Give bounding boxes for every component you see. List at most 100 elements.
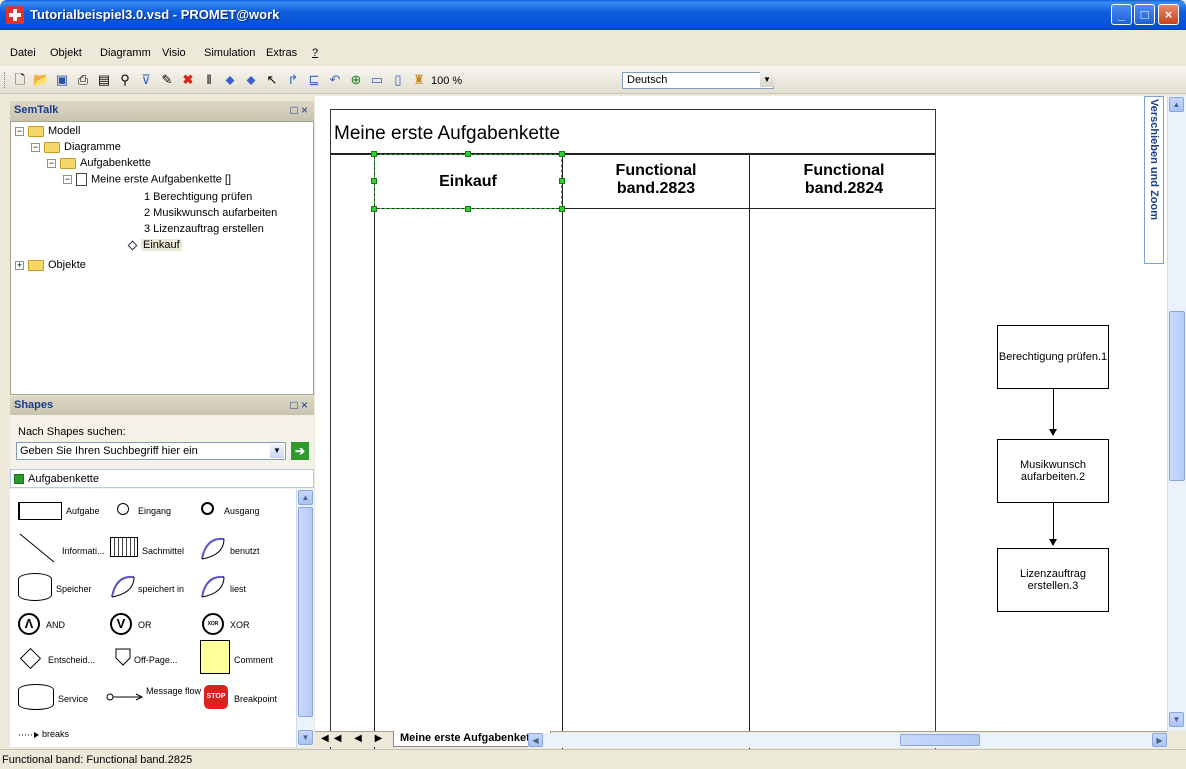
scroll-right-icon[interactable]: ▶: [1152, 733, 1167, 747]
offpage-shape[interactable]: [114, 647, 132, 667]
breakpoint-shape[interactable]: STOP: [204, 685, 228, 709]
toolbar-grip[interactable]: [4, 72, 7, 88]
open-icon[interactable]: 📂: [33, 72, 49, 88]
tree-node-chain[interactable]: − Aufgabenkette: [47, 157, 151, 169]
menu-datei[interactable]: Datei: [10, 47, 36, 59]
ausgang-shape[interactable]: [201, 502, 214, 515]
band-v-icon[interactable]: ▯: [390, 72, 406, 88]
aufgabe-shape[interactable]: [18, 502, 62, 520]
xor-shape[interactable]: XOR: [202, 613, 224, 635]
chevron-down-icon[interactable]: ▼: [270, 444, 284, 458]
attach-icon[interactable]: ‖: [201, 72, 217, 88]
selection-box: [374, 154, 562, 209]
speichert-in-shape[interactable]: [108, 571, 138, 601]
resize-handle[interactable]: [559, 206, 565, 212]
tree-node-task-3[interactable]: 3 Lizenzauftrag erstellen: [144, 223, 264, 235]
move-up-icon[interactable]: ⬥: [243, 72, 259, 88]
resize-handle[interactable]: [465, 206, 471, 212]
shape-label: Entscheid...: [48, 655, 96, 665]
menu-visio[interactable]: Visio: [162, 47, 186, 59]
or-shape[interactable]: V: [110, 613, 132, 635]
tree-node-diagram[interactable]: − Meine erste Aufgabenkette []: [63, 173, 231, 186]
scroll-left-icon[interactable]: ◀: [528, 733, 543, 747]
canvas-vscrollbar[interactable]: ▲ ▼: [1167, 96, 1186, 731]
print-icon[interactable]: ⎙: [75, 72, 91, 88]
move-down-icon[interactable]: ⬥: [222, 72, 238, 88]
menu-diagramm[interactable]: Diagramm: [100, 47, 151, 59]
entscheidung-shape[interactable]: [19, 647, 42, 670]
pointer-icon[interactable]: ↖: [264, 72, 280, 88]
scroll-thumb[interactable]: [900, 734, 980, 746]
close-button[interactable]: ×: [1158, 4, 1179, 25]
sachmittel-shape[interactable]: [110, 537, 138, 557]
diagram-title[interactable]: Meine erste Aufgabenkette: [334, 123, 560, 145]
lane-band-2824[interactable]: Functional band.2824: [781, 162, 907, 198]
minimize-button[interactable]: _: [1111, 4, 1132, 25]
information-shape[interactable]: [18, 532, 58, 564]
language-dropdown[interactable]: ▼: [754, 72, 774, 89]
scroll-down-icon[interactable]: ▼: [1169, 712, 1184, 727]
tree-node-diagrams[interactable]: − Diagramme: [31, 141, 121, 153]
resize-handle[interactable]: [371, 206, 377, 212]
new-icon[interactable]: 🗋: [12, 72, 28, 88]
breaks-shape[interactable]: [18, 731, 40, 739]
scroll-up-icon[interactable]: ▲: [298, 490, 313, 505]
service-shape[interactable]: [18, 684, 54, 710]
user-icon[interactable]: ♜: [411, 72, 427, 88]
process-box-2[interactable]: Musikwunsch aufarbeiten.2: [997, 439, 1109, 503]
stencil-header[interactable]: Aufgabenkette: [10, 469, 314, 488]
shape-search-input[interactable]: Geben Sie Ihren Suchbegriff hier ein ▼: [16, 442, 286, 460]
connector-icon[interactable]: ↱: [285, 72, 301, 88]
resize-handle[interactable]: [559, 178, 565, 184]
tree-node-task-1[interactable]: 1 Berechtigung prüfen: [144, 191, 252, 203]
menu-help[interactable]: ?: [312, 47, 318, 59]
benutzt-shape[interactable]: [198, 533, 228, 563]
language-select[interactable]: Deutsch: [622, 72, 774, 89]
speicher-shape[interactable]: [18, 573, 52, 601]
pan-zoom-tab[interactable]: Verschieben und Zoom: [1144, 96, 1164, 264]
swimlane-diagram[interactable]: Meine erste Aufgabenkette Einkauf Functi…: [330, 109, 936, 755]
filter-icon[interactable]: ⊽: [138, 72, 154, 88]
menu-extras[interactable]: Extras: [266, 47, 297, 59]
stencil-scrollbar[interactable]: ▲ ▼: [296, 489, 314, 747]
maximize-button[interactable]: □: [1134, 4, 1155, 25]
shapes-controls[interactable]: □ ×: [290, 398, 308, 412]
scroll-down-icon[interactable]: ▼: [298, 730, 313, 745]
band-h-icon[interactable]: ▭: [369, 72, 385, 88]
scroll-thumb[interactable]: [1169, 311, 1185, 481]
delete-icon[interactable]: ✖: [180, 72, 196, 88]
tree-node-einkauf[interactable]: Einkauf: [127, 239, 182, 251]
properties-icon[interactable]: ▤: [96, 72, 112, 88]
comment-shape[interactable]: [200, 640, 230, 674]
diagram-canvas[interactable]: Meine erste Aufgabenkette Einkauf Functi…: [315, 96, 1167, 755]
resize-handle[interactable]: [371, 151, 377, 157]
process-box-3[interactable]: Lizenzauftrag erstellen.3: [997, 548, 1109, 612]
tree-node-objects[interactable]: + Objekte: [15, 259, 86, 271]
semtalk-controls[interactable]: □ ×: [290, 103, 308, 117]
and-shape[interactable]: Λ: [18, 613, 40, 635]
edit-icon[interactable]: ✎: [159, 72, 175, 88]
resize-handle[interactable]: [559, 151, 565, 157]
tree-node-task-2[interactable]: 2 Musikwunsch aufarbeiten: [144, 207, 277, 219]
search-go-button[interactable]: ➔: [291, 442, 309, 460]
lane-band-2823[interactable]: Functional band.2823: [593, 162, 719, 198]
eingang-shape[interactable]: [117, 503, 129, 515]
resize-handle[interactable]: [371, 178, 377, 184]
layout-icon[interactable]: ⊑: [306, 72, 322, 88]
zoom-icon[interactable]: ⊕: [348, 72, 364, 88]
save-icon[interactable]: ▣: [54, 72, 70, 88]
resize-handle[interactable]: [465, 151, 471, 157]
zoom-level[interactable]: 100 %: [431, 75, 462, 87]
tab-meine-erste-aufgabenkette[interactable]: Meine erste Aufgabenkette: [393, 731, 551, 747]
liest-shape[interactable]: [198, 571, 228, 601]
message-flow-shape[interactable]: [106, 692, 146, 702]
menu-objekt[interactable]: Objekt: [50, 47, 82, 59]
tree-node-model[interactable]: − Modell: [15, 125, 80, 137]
process-box-1[interactable]: Berechtigung prüfen.1: [997, 325, 1109, 389]
menu-simulation[interactable]: Simulation: [204, 47, 255, 59]
scroll-up-icon[interactable]: ▲: [1169, 97, 1184, 112]
scroll-thumb[interactable]: [298, 507, 313, 717]
canvas-hscrollbar[interactable]: ◀ ▶: [528, 733, 1167, 748]
undo-icon[interactable]: ↶: [327, 72, 343, 88]
find-icon[interactable]: ⚲: [117, 72, 133, 88]
